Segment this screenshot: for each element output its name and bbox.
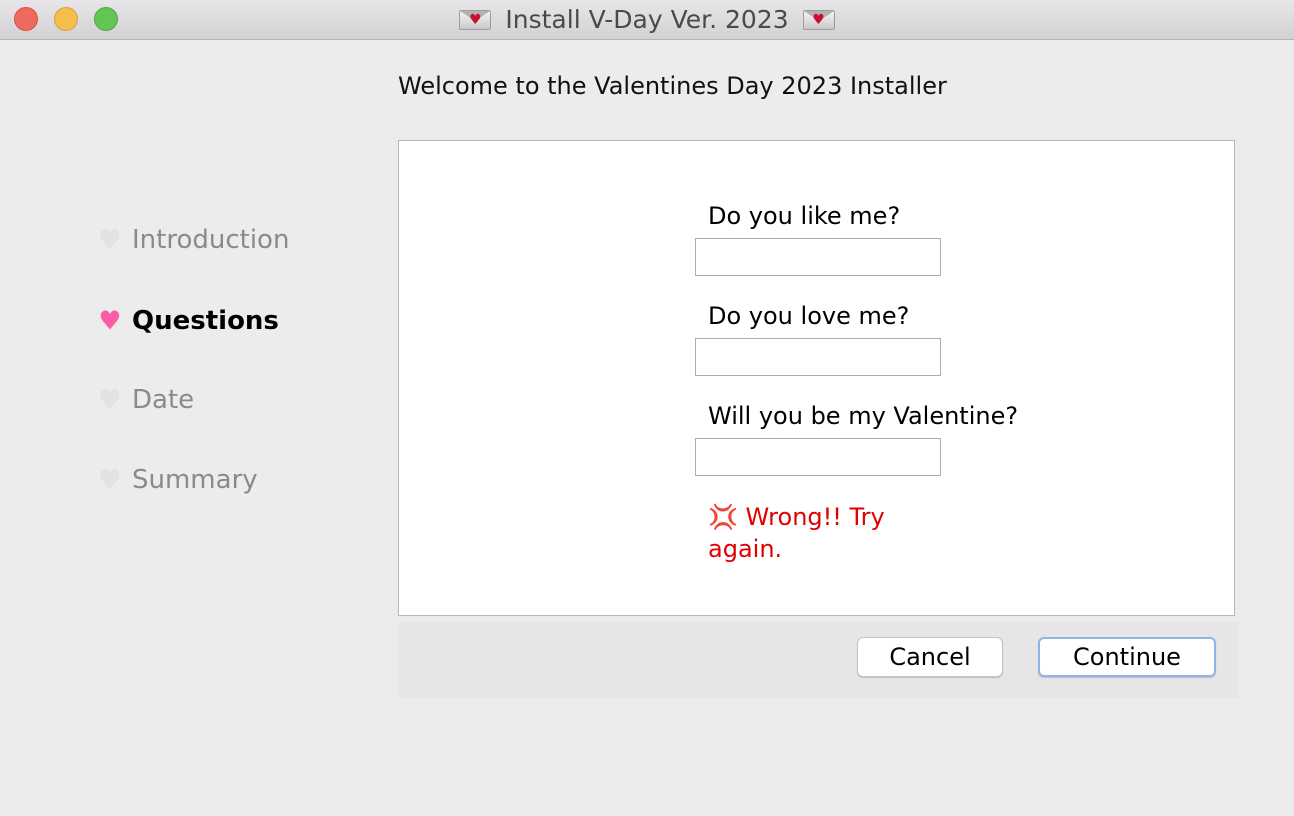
error-message: 💢 Wrong!! Try again. (708, 503, 885, 563)
sidebar-item-label: Introduction (132, 225, 290, 255)
sparkling-heart-icon: ♥ (98, 306, 122, 335)
sidebar-item-summary: ♥ Summary (96, 460, 258, 500)
love-me-input[interactable] (695, 338, 941, 376)
sidebar-item-label: Date (132, 385, 195, 415)
continue-button[interactable]: Continue (1038, 637, 1216, 677)
window-title: ♥ Install V-Day Ver. 2023 ♥ (0, 0, 1294, 39)
sidebar-item-label: Summary (132, 465, 258, 495)
questions-panel: Do you like me? Do you love me? Will you… (398, 140, 1235, 616)
sidebar-item-questions: ♥ Questions (96, 301, 279, 341)
question-label-like: Do you like me? (708, 202, 901, 230)
sidebar-item-introduction: ♥ Introduction (96, 220, 290, 260)
white-heart-icon: ♥ (98, 385, 122, 414)
valentine-input[interactable] (695, 438, 941, 476)
love-letter-icon: ♥ (459, 10, 492, 30)
cancel-button[interactable]: Cancel (857, 637, 1003, 677)
white-heart-icon: ♥ (98, 225, 122, 254)
like-me-input[interactable] (695, 238, 941, 276)
page-title: Welcome to the Valentines Day 2023 Insta… (398, 72, 947, 100)
question-label-valentine: Will you be my Valentine? (708, 402, 1019, 430)
sidebar-item-date: ♥ Date (96, 380, 194, 420)
title-bar[interactable]: ♥ Install V-Day Ver. 2023 ♥ (0, 0, 1294, 40)
love-letter-icon: ♥ (802, 10, 835, 30)
window-title-text: Install V-Day Ver. 2023 (505, 5, 789, 34)
white-heart-icon: ♥ (98, 465, 122, 494)
question-label-love: Do you love me? (708, 302, 910, 330)
sidebar-item-label: Questions (132, 306, 279, 336)
installer-window: ♥ Install V-Day Ver. 2023 ♥ Welcome to t… (0, 0, 1294, 816)
button-bar: Cancel Continue (398, 622, 1238, 698)
